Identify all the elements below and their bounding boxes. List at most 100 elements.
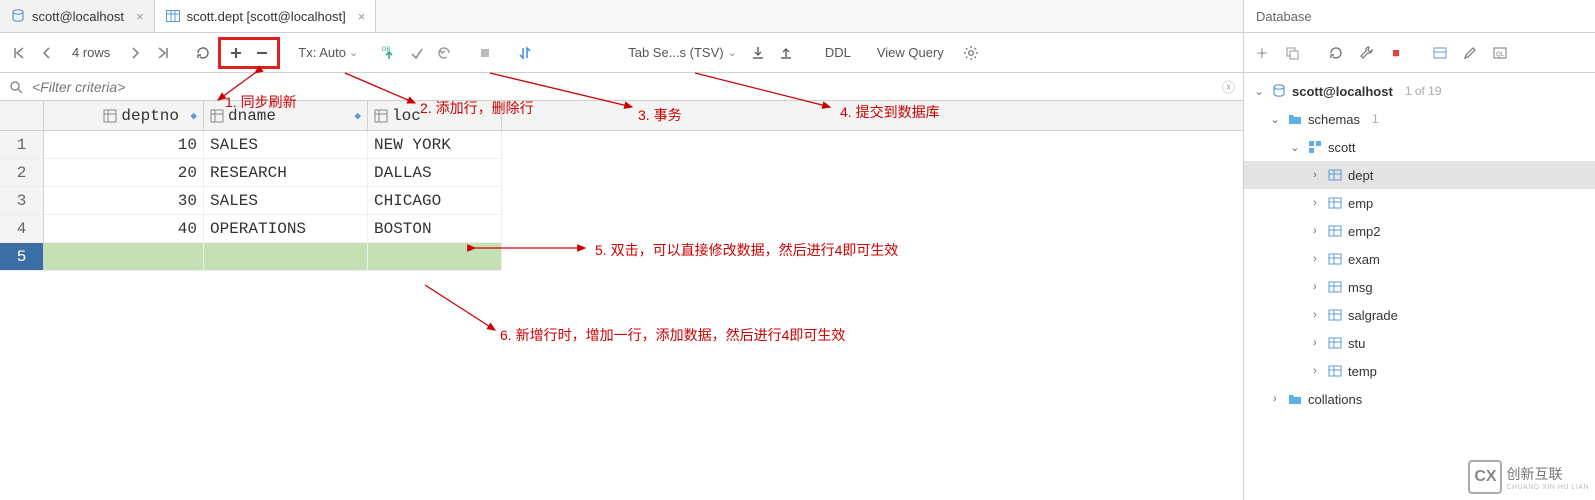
table-icon xyxy=(1326,279,1344,295)
tree-collations[interactable]: › collations xyxy=(1244,385,1595,413)
chevron-right-icon: › xyxy=(1308,309,1322,321)
db-connection-icon xyxy=(10,8,26,24)
cell-loc[interactable]: CHICAGO xyxy=(368,187,502,215)
cell-deptno[interactable]: 10 xyxy=(44,131,204,159)
tree-table-msg[interactable]: ›msg xyxy=(1244,273,1595,301)
column-header-loc[interactable]: loc xyxy=(368,101,502,130)
tx-mode-dropdown[interactable]: Tx: Auto⌄ xyxy=(294,45,362,60)
annotation-6: 6. 新增行时，增加一行，添加数据，然后进行4即可生效 xyxy=(500,325,845,345)
export-download-button[interactable] xyxy=(745,40,771,66)
watermark-logo-icon: CX xyxy=(1468,460,1502,494)
sql-console-button[interactable]: QL xyxy=(1488,41,1512,65)
refresh-button[interactable] xyxy=(190,40,216,66)
cell-deptno[interactable]: 20 xyxy=(44,159,204,187)
tree-table-dept[interactable]: ›dept xyxy=(1244,161,1595,189)
cell-loc[interactable]: NEW YORK xyxy=(368,131,502,159)
view-query-button[interactable]: View Query xyxy=(865,40,956,66)
table-icon xyxy=(165,8,181,24)
database-tree: ⌄ scott@localhost 1 of 19 ⌄ schemas 1 ⌄ … xyxy=(1244,73,1595,417)
tree-connection[interactable]: ⌄ scott@localhost 1 of 19 xyxy=(1244,77,1595,105)
close-icon[interactable]: × xyxy=(136,9,144,24)
tree-table-emp2[interactable]: ›emp2 xyxy=(1244,217,1595,245)
tree-schemas[interactable]: ⌄ schemas 1 xyxy=(1244,105,1595,133)
column-header-deptno[interactable]: deptno◆ xyxy=(44,101,204,130)
rollback-button[interactable] xyxy=(432,40,458,66)
export-upload-button[interactable] xyxy=(773,40,799,66)
tree-table-temp[interactable]: ›temp xyxy=(1244,357,1595,385)
table-icon xyxy=(1326,223,1344,239)
cell-dname[interactable]: SALES xyxy=(204,131,368,159)
new-button[interactable]: ＋ xyxy=(1250,41,1274,65)
cell-loc[interactable]: DALLAS xyxy=(368,159,502,187)
add-row-button[interactable] xyxy=(223,40,249,66)
submit-button[interactable] xyxy=(404,40,430,66)
chevron-right-icon: › xyxy=(1308,197,1322,209)
commit-button[interactable]: DB xyxy=(376,40,402,66)
tab-connection[interactable]: scott@localhost × xyxy=(0,0,155,32)
duplicate-button[interactable] xyxy=(1280,41,1304,65)
tab-table-editor[interactable]: scott.dept [scott@localhost] × xyxy=(155,0,377,32)
cell-deptno[interactable]: 40 xyxy=(44,215,204,243)
sort-indicator-icon: ◆ xyxy=(190,109,197,123)
tree-schema-scott[interactable]: ⌄ scott xyxy=(1244,133,1595,161)
export-format-dropdown[interactable]: Tab Se...s (TSV)⌄ xyxy=(622,45,743,60)
cell-deptno[interactable]: 30 xyxy=(44,187,204,215)
filter-input[interactable] xyxy=(32,79,1214,95)
folder-icon xyxy=(1286,391,1304,407)
database-panel-title: Database xyxy=(1244,0,1595,33)
tree-table-salgrade[interactable]: ›salgrade xyxy=(1244,301,1595,329)
chevron-right-icon: › xyxy=(1308,365,1322,377)
cell-dname[interactable]: SALES xyxy=(204,187,368,215)
cell-dname[interactable] xyxy=(204,243,368,271)
table-row[interactable]: 5 xyxy=(0,243,1243,271)
sync-button[interactable] xyxy=(1324,41,1348,65)
table-view-button[interactable] xyxy=(1428,41,1452,65)
cell-deptno[interactable] xyxy=(44,243,204,271)
compare-button[interactable] xyxy=(512,40,538,66)
chevron-right-icon: › xyxy=(1308,337,1322,349)
table-icon xyxy=(1326,335,1344,351)
chevron-down-icon: ⌄ xyxy=(1268,113,1282,126)
edit-button[interactable] xyxy=(1458,41,1482,65)
table-icon xyxy=(1326,307,1344,323)
first-page-button[interactable] xyxy=(6,40,32,66)
data-toolbar: 4 rows Tx: Auto⌄ DB Tab Se...s (TSV)⌄ xyxy=(0,33,1243,73)
last-page-button[interactable] xyxy=(150,40,176,66)
cell-loc[interactable] xyxy=(368,243,502,271)
chevron-down-icon: ⌄ xyxy=(1252,85,1266,98)
column-icon xyxy=(103,109,117,123)
clear-filter-icon[interactable]: ⓧ xyxy=(1222,77,1235,96)
tree-table-stu[interactable]: ›stu xyxy=(1244,329,1595,357)
column-header-dname[interactable]: dname◆ xyxy=(204,101,368,130)
column-icon xyxy=(374,109,388,123)
wrench-button[interactable] xyxy=(1354,41,1378,65)
next-page-button[interactable] xyxy=(122,40,148,66)
table-row[interactable]: 220RESEARCHDALLAS xyxy=(0,159,1243,187)
watermark: CX 创新互联 CHUANG XIN HU LIAN xyxy=(1468,460,1589,494)
remove-row-button[interactable] xyxy=(249,40,275,66)
tree-table-emp[interactable]: ›emp xyxy=(1244,189,1595,217)
settings-button[interactable] xyxy=(958,40,984,66)
table-row[interactable]: 110SALESNEW YORK xyxy=(0,131,1243,159)
chevron-right-icon: › xyxy=(1308,225,1322,237)
tab-label: scott@localhost xyxy=(32,9,124,24)
chevron-down-icon: ⌄ xyxy=(1288,141,1302,154)
cell-dname[interactable]: RESEARCH xyxy=(204,159,368,187)
cell-loc[interactable]: BOSTON xyxy=(368,215,502,243)
stop-button[interactable]: ■ xyxy=(1384,41,1408,65)
close-icon[interactable]: × xyxy=(358,9,366,24)
chevron-right-icon: › xyxy=(1308,169,1322,181)
db-connection-icon xyxy=(1270,83,1288,99)
ddl-button[interactable]: DDL xyxy=(813,40,863,66)
row-number: 5 xyxy=(0,243,44,271)
cell-dname[interactable]: OPERATIONS xyxy=(204,215,368,243)
stop-button[interactable] xyxy=(472,40,498,66)
tab-label: scott.dept [scott@localhost] xyxy=(187,9,346,24)
column-icon xyxy=(210,109,224,123)
table-row[interactable]: 440OPERATIONSBOSTON xyxy=(0,215,1243,243)
table-row[interactable]: 330SALESCHICAGO xyxy=(0,187,1243,215)
prev-page-button[interactable] xyxy=(34,40,60,66)
row-number: 2 xyxy=(0,159,44,187)
tree-table-exam[interactable]: ›exam xyxy=(1244,245,1595,273)
table-icon xyxy=(1326,167,1344,183)
